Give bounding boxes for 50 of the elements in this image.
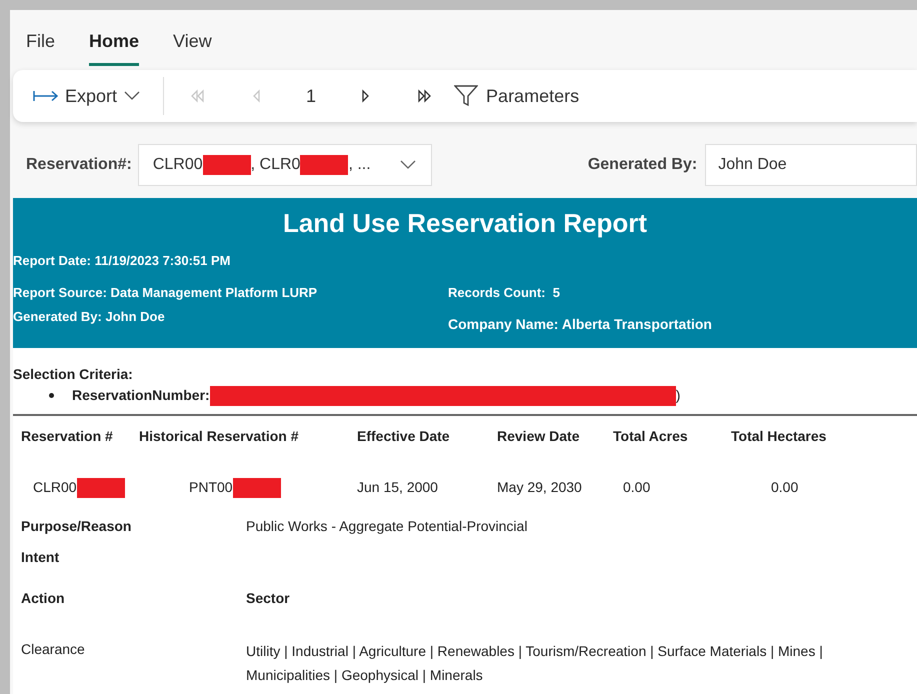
column-header: Reservation #: [21, 428, 113, 444]
value-text: Jun 15, 2000: [357, 478, 438, 497]
chevron-down-icon: [123, 91, 142, 101]
selection-criteria-label: Selection Criteria:: [13, 365, 133, 384]
value-text: 0.00: [771, 478, 798, 497]
reservation-dropdown[interactable]: CLR00 , CLR0 , ...: [138, 144, 432, 186]
intent-label: Intent: [21, 548, 60, 567]
action-value: Clearance: [21, 640, 85, 659]
generated-by-field[interactable]: John Doe: [705, 144, 917, 186]
generated-by-text: Generated By: John Doe: [13, 308, 165, 326]
reservation-label: Reservation#:: [26, 155, 132, 175]
column-header: Effective Date: [357, 428, 450, 444]
redaction-mark: [76, 478, 125, 498]
purpose-label: Purpose/Reason: [21, 517, 132, 536]
value-text: ): [676, 386, 680, 405]
column-header: Historical Reservation #: [139, 428, 299, 444]
filter-icon: [454, 85, 478, 107]
menu-tab[interactable]: File: [26, 28, 56, 66]
company-name: Company Name: Alberta Transportation: [448, 315, 712, 334]
value-text: 0.00: [623, 478, 650, 497]
export-arrow-icon: [33, 90, 59, 102]
value-text: PNT00: [189, 478, 233, 497]
column-header: Review Date: [497, 428, 580, 444]
chevron-down-icon: [398, 160, 417, 170]
page-number: 1: [306, 84, 316, 108]
menu-tab[interactable]: Home: [89, 28, 140, 66]
value-text: , CLR0: [250, 155, 300, 175]
sector-value: Utility | Industrial | Agriculture | Renewables | Tourism/Recreation | Surface Materials | Mines | Municipalities | Geophysical | Minerals: [246, 642, 824, 685]
redaction-mark: [202, 155, 251, 175]
value-text: May 29, 2030: [497, 478, 582, 497]
value-text: CLR00: [33, 478, 77, 497]
generated-by-label: Generated By:: [588, 155, 698, 175]
records-count: Records Count: 5: [448, 284, 560, 302]
bullet-icon: [49, 393, 54, 398]
redaction-mark: [300, 155, 348, 175]
report-title: Land Use Reservation Report: [282, 207, 648, 240]
value-text: , ...: [348, 155, 371, 175]
action-label: Action: [21, 589, 65, 608]
criteria-label: ReservationNumber:: [72, 386, 210, 405]
column-header: Total Hectares: [731, 428, 826, 444]
sector-label: Sector: [246, 589, 290, 608]
purpose-value: Public Works - Aggregate Potential-Provincial: [246, 517, 528, 536]
report-date: Report Date: 11/19/2023 7:30:51 PM: [13, 252, 230, 270]
report-source: Report Source: Data Management Platform LURP: [13, 284, 318, 302]
value-text: CLR00: [152, 155, 203, 175]
parameters-button[interactable]: Parameters: [454, 82, 580, 110]
menu-tab[interactable]: View: [173, 28, 212, 66]
export-button[interactable]: Export: [33, 82, 142, 110]
redaction-mark: [232, 478, 281, 498]
column-header: Total Acres: [613, 428, 688, 444]
